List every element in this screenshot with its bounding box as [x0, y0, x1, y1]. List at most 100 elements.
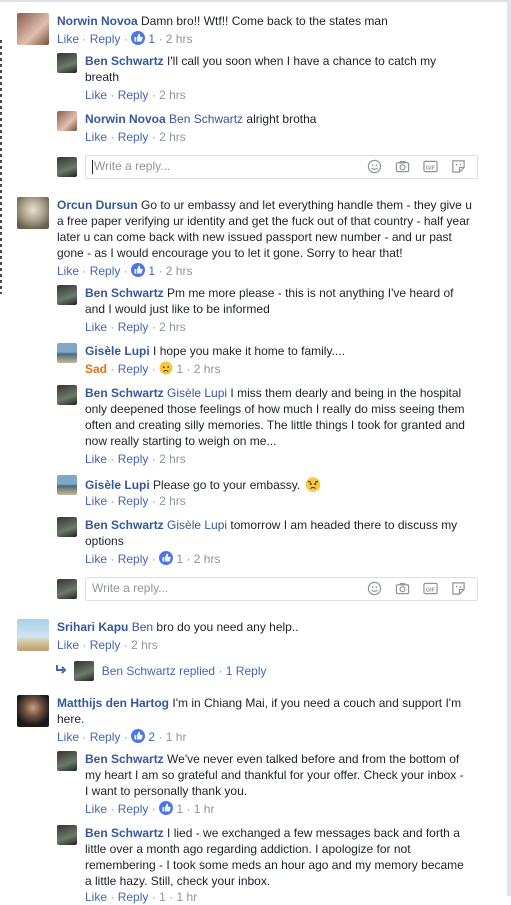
reply-count[interactable]: 1 Reply: [226, 664, 267, 678]
timestamp[interactable]: 2 hrs: [159, 88, 186, 102]
like-button[interactable]: Like: [57, 264, 79, 278]
comment-author[interactable]: Ben Schwartz: [85, 826, 164, 840]
comment-author[interactable]: Orcun Dursun: [57, 198, 138, 212]
emoji-icon[interactable]: [367, 581, 382, 596]
like-button[interactable]: Like: [85, 130, 107, 144]
timestamp[interactable]: 2 hrs: [159, 452, 186, 466]
mention-link[interactable]: Ben Schwartz: [169, 112, 243, 126]
view-replies-link[interactable]: Ben Schwartz replied · 1 Reply: [55, 661, 267, 681]
reply-button[interactable]: Reply: [118, 88, 149, 102]
like-count[interactable]: 1: [159, 890, 166, 904]
mention-link[interactable]: Ben: [132, 620, 153, 634]
avatar[interactable]: [17, 695, 49, 727]
timestamp[interactable]: 1 hr: [166, 730, 187, 744]
avatar: [57, 579, 77, 599]
comment-actions: Like · Reply · 2 hrs: [85, 88, 186, 102]
reply-button[interactable]: Reply: [118, 890, 149, 904]
scrollbar-track[interactable]: [507, 0, 511, 896]
reply-button[interactable]: Reply: [90, 32, 121, 46]
mention-link[interactable]: Gisèle Lupi: [167, 518, 227, 532]
comment-author[interactable]: Srihari Kapu: [57, 620, 128, 634]
comment-actions: Like · Reply · 1 · 1 hr: [85, 890, 198, 904]
like-count[interactable]: 2: [148, 730, 155, 744]
like-count[interactable]: 1: [148, 32, 155, 46]
sticker-icon[interactable]: [451, 581, 466, 596]
top-divider: [0, 0, 511, 2]
like-button[interactable]: Like: [85, 494, 107, 508]
like-count[interactable]: 1: [176, 552, 183, 566]
like-button[interactable]: Like: [85, 88, 107, 102]
comment-author[interactable]: Norwin Novoa: [57, 14, 138, 28]
reply-button[interactable]: Reply: [118, 494, 149, 508]
timestamp[interactable]: 1 hr: [176, 890, 197, 904]
timestamp[interactable]: 2 hrs: [159, 494, 186, 508]
replier-name[interactable]: Ben Schwartz: [102, 664, 176, 678]
reaction-count[interactable]: 1: [176, 362, 183, 376]
avatar[interactable]: [17, 197, 49, 229]
timestamp[interactable]: 2 hrs: [166, 32, 193, 46]
comment-author[interactable]: Ben Schwartz: [85, 752, 164, 766]
gif-icon[interactable]: GIF: [423, 159, 438, 174]
avatar[interactable]: [57, 385, 77, 405]
timestamp[interactable]: 2 hrs: [131, 638, 158, 652]
sad-reaction-button[interactable]: Sad: [85, 362, 107, 376]
sticker-icon[interactable]: [451, 159, 466, 174]
avatar[interactable]: [57, 751, 77, 771]
comment-author[interactable]: Gisèle Lupi: [85, 344, 150, 358]
avatar[interactable]: [57, 825, 77, 845]
avatar[interactable]: [57, 517, 77, 537]
like-button[interactable]: Like: [85, 452, 107, 466]
reply-button[interactable]: Reply: [90, 264, 121, 278]
like-button[interactable]: Like: [85, 552, 107, 566]
gif-icon[interactable]: GIF: [423, 581, 438, 596]
reply-button[interactable]: Reply: [118, 552, 149, 566]
avatar[interactable]: [17, 13, 49, 45]
comment-author[interactable]: Matthijs den Hartog: [57, 696, 169, 710]
like-button[interactable]: Like: [85, 890, 107, 904]
reply-button[interactable]: Reply: [90, 638, 121, 652]
comment-author[interactable]: Ben Schwartz: [85, 286, 164, 300]
like-reaction-icon[interactable]: [159, 801, 174, 815]
camera-icon[interactable]: [395, 159, 410, 174]
like-button[interactable]: Like: [85, 802, 107, 816]
comment-author[interactable]: Ben Schwartz: [85, 54, 164, 68]
comment-author[interactable]: Gisèle Lupi: [85, 478, 150, 492]
reply-button[interactable]: Reply: [118, 802, 149, 816]
mention-link[interactable]: Gisèle Lupi: [167, 386, 227, 400]
avatar[interactable]: [57, 475, 77, 495]
comment-author[interactable]: Norwin Novoa: [85, 112, 166, 126]
timestamp[interactable]: 2 hrs: [194, 552, 221, 566]
avatar[interactable]: [17, 619, 49, 651]
reply-input[interactable]: Write a reply... GIF: [85, 577, 478, 601]
like-reaction-icon[interactable]: [131, 263, 146, 277]
timestamp[interactable]: 2 hrs: [194, 362, 221, 376]
emoji-icon[interactable]: [367, 159, 382, 174]
like-reaction-icon[interactable]: [131, 729, 146, 743]
reply-input[interactable]: Write a reply... GIF: [85, 155, 478, 179]
comment-author[interactable]: Ben Schwartz: [85, 386, 164, 400]
camera-icon[interactable]: [395, 581, 410, 596]
reply-button[interactable]: Reply: [118, 452, 149, 466]
sad-reaction-icon[interactable]: [159, 361, 173, 375]
reply-button[interactable]: Reply: [118, 130, 149, 144]
reply-button[interactable]: Reply: [90, 730, 121, 744]
like-button[interactable]: Like: [85, 320, 107, 334]
comment-author[interactable]: Ben Schwartz: [85, 518, 164, 532]
avatar[interactable]: [57, 285, 77, 305]
reply-button[interactable]: Reply: [118, 362, 149, 376]
avatar[interactable]: [57, 343, 77, 363]
like-button[interactable]: Like: [57, 730, 79, 744]
timestamp[interactable]: 2 hrs: [159, 130, 186, 144]
avatar[interactable]: [57, 53, 77, 73]
like-count[interactable]: 1: [176, 802, 183, 816]
like-reaction-icon[interactable]: [131, 31, 146, 45]
timestamp[interactable]: 2 hrs: [166, 264, 193, 278]
like-button[interactable]: Like: [57, 32, 79, 46]
avatar[interactable]: [57, 111, 77, 131]
timestamp[interactable]: 1 hr: [194, 802, 215, 816]
timestamp[interactable]: 2 hrs: [159, 320, 186, 334]
like-reaction-icon[interactable]: [159, 551, 174, 565]
like-count[interactable]: 1: [148, 264, 155, 278]
like-button[interactable]: Like: [57, 638, 79, 652]
reply-button[interactable]: Reply: [118, 320, 149, 334]
